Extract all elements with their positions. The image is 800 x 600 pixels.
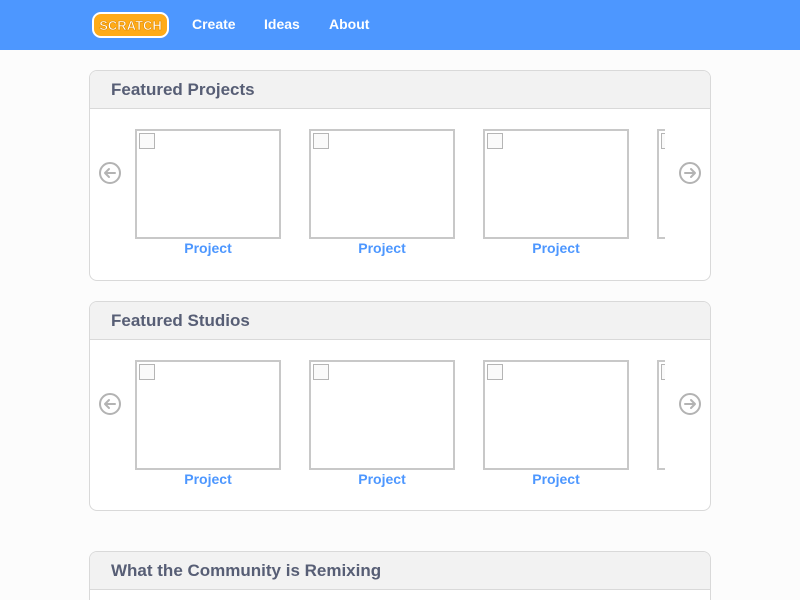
carousel-prev-icon[interactable]	[98, 392, 122, 416]
broken-image-icon	[487, 364, 503, 380]
broken-image-icon	[313, 364, 329, 380]
studio-thumbnail[interactable]	[483, 360, 629, 470]
featured-studios-box: Featured Studios Project Project Project	[89, 301, 711, 511]
nav-about-link[interactable]: About	[329, 16, 369, 32]
studio-tile[interactable]: Project	[135, 360, 281, 490]
studio-tile[interactable]: Project	[483, 360, 629, 490]
featured-projects-box: Featured Projects Project Project Projec…	[89, 70, 711, 281]
carousel-track: Project Project Project	[135, 129, 665, 269]
studio-title-link[interactable]: Project	[483, 471, 629, 487]
logo-text: SCRATCH	[99, 18, 162, 33]
carousel-next-icon[interactable]	[678, 161, 702, 185]
studio-thumbnail[interactable]	[309, 360, 455, 470]
studio-tile[interactable]	[657, 360, 665, 490]
project-title-link[interactable]: Project	[309, 240, 455, 256]
section-title: Featured Projects	[90, 71, 710, 109]
broken-image-icon	[487, 133, 503, 149]
community-remixing-box: What the Community is Remixing	[89, 551, 711, 600]
scratch-logo[interactable]: SCRATCH	[92, 11, 169, 39]
project-thumbnail[interactable]	[657, 129, 665, 239]
studio-title-link[interactable]: Project	[309, 471, 455, 487]
studio-tile[interactable]: Project	[309, 360, 455, 490]
studio-thumbnail[interactable]	[135, 360, 281, 470]
section-title: Featured Studios	[90, 302, 710, 340]
project-tile[interactable]: Project	[483, 129, 629, 259]
project-tile[interactable]: Project	[309, 129, 455, 259]
carousel-prev-icon[interactable]	[98, 161, 122, 185]
project-tile[interactable]: Project	[135, 129, 281, 259]
studio-title-link[interactable]: Project	[135, 471, 281, 487]
carousel-track: Project Project Project	[135, 360, 665, 500]
project-thumbnail[interactable]	[135, 129, 281, 239]
broken-image-icon	[139, 364, 155, 380]
broken-image-icon	[661, 133, 665, 149]
project-thumbnail[interactable]	[483, 129, 629, 239]
navbar: SCRATCH Create Ideas About	[0, 0, 800, 50]
studio-thumbnail[interactable]	[657, 360, 665, 470]
broken-image-icon	[661, 364, 665, 380]
section-title: What the Community is Remixing	[90, 552, 710, 590]
broken-image-icon	[313, 133, 329, 149]
project-title-link[interactable]: Project	[135, 240, 281, 256]
carousel-next-icon[interactable]	[678, 392, 702, 416]
project-thumbnail[interactable]	[309, 129, 455, 239]
project-tile[interactable]	[657, 129, 665, 259]
broken-image-icon	[139, 133, 155, 149]
nav-ideas-link[interactable]: Ideas	[264, 16, 300, 32]
nav-create-link[interactable]: Create	[192, 16, 236, 32]
project-title-link[interactable]: Project	[483, 240, 629, 256]
